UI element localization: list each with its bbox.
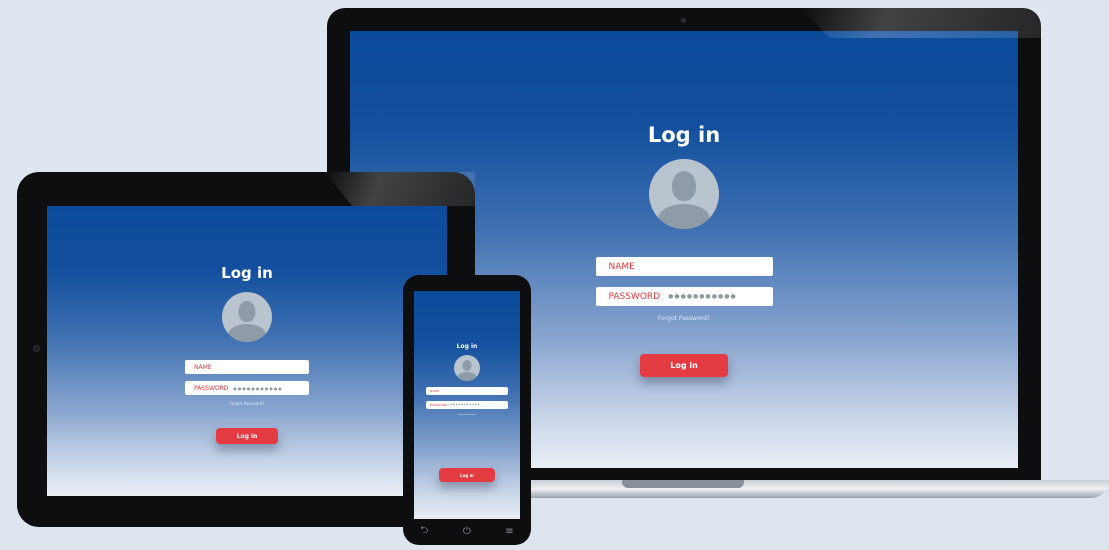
tablet-screen: Log in NAME PASSWORD ●●●●●●●●●●● Forgot … [47,206,447,496]
laptop-hinge [622,480,744,488]
avatar-icon [222,292,272,342]
login-title: Log in [221,264,273,282]
power-icon[interactable]: ⏻ [463,526,471,537]
avatar-icon [454,355,480,381]
password-field[interactable]: PASSWORD ●●●●●●●●●●● [185,381,309,395]
forgot-password-link[interactable]: Forgot Password? [458,414,475,416]
phone-device: Log in NAME PASSWORD ●●●●●●●●●●● Forgot … [403,275,531,545]
phone-nav-bar: ⮌ ⏻ ≡ [403,523,531,539]
menu-icon[interactable]: ≡ [505,526,513,537]
login-form: Log in NAME PASSWORD ●●●●●●●●●●● Forgot … [47,264,447,444]
name-label: NAME [430,389,439,393]
password-label: PASSWORD [430,403,448,407]
login-button[interactable]: Log in [216,428,278,444]
login-button[interactable]: Log in [439,468,495,482]
password-label: PASSWORD [608,291,661,302]
password-field[interactable]: PASSWORD ●●●●●●●●●●● [595,287,773,306]
password-mask: ●●●●●●●●●●● [668,293,737,300]
password-mask: ●●●●●●●●●●● [450,404,481,406]
login-title: Log in [647,123,721,147]
camera-icon [33,345,40,352]
login-title: Log in [456,343,478,350]
name-label: NAME [608,261,635,272]
phone-screen: Log in NAME PASSWORD ●●●●●●●●●●● Forgot … [414,291,520,519]
name-field[interactable]: NAME [185,360,309,374]
login-form: Log in NAME PASSWORD ●●●●●●●●●●● Forgot … [414,343,520,482]
password-mask: ●●●●●●●●●●● [233,385,283,391]
webcam-icon [681,18,686,23]
password-label: PASSWORD [194,384,229,392]
forgot-password-link[interactable]: Forgot Password? [658,315,710,322]
name-field[interactable]: NAME [595,257,773,276]
forgot-password-link[interactable]: Forgot Password? [230,401,265,406]
name-label: NAME [194,363,212,371]
password-field[interactable]: PASSWORD ●●●●●●●●●●● [426,401,508,409]
bezel-glare [325,172,475,206]
avatar-icon [649,159,719,229]
name-field[interactable]: NAME [426,387,508,395]
back-icon[interactable]: ⮌ [420,523,428,540]
login-button[interactable]: Log in [640,354,728,377]
